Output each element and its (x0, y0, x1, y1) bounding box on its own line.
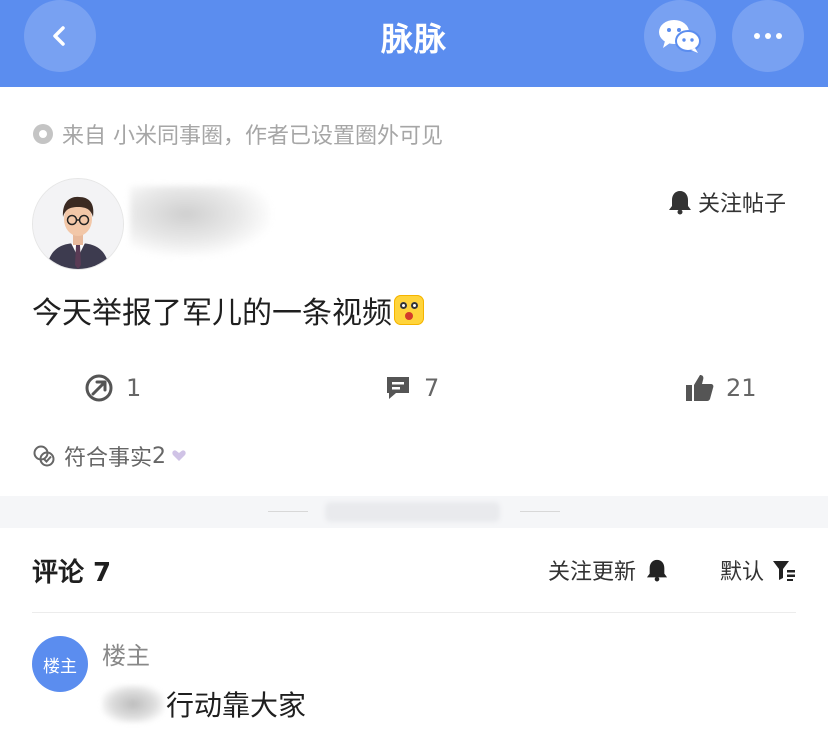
more-button[interactable] (732, 0, 804, 72)
post-detail-page: 脉脉 来自 小米同事圈，作者已设置圈外可见 关注帖子 今天举报了军儿的一条视频 … (0, 0, 828, 741)
fact-label: 符合事实 (64, 446, 153, 471)
comment-text-redacted (102, 685, 164, 723)
comments-separator (32, 612, 796, 613)
like-count: 21 (726, 374, 757, 402)
follow-updates-label: 关注更新 (548, 560, 637, 585)
follow-post-label: 关注帖子 (698, 192, 787, 217)
author-name-redacted (130, 186, 270, 256)
comment-author[interactable]: 楼主 (102, 636, 150, 671)
section-divider (0, 496, 828, 528)
top-bar: 脉脉 (0, 0, 828, 87)
comment-text-visible: 行动靠大家 (166, 689, 307, 722)
filter-icon (773, 561, 796, 581)
forward-count: 1 (126, 374, 142, 402)
shocked-emoji-icon (394, 295, 424, 325)
fact-count: 2 (152, 443, 167, 469)
source-text: 来自 小米同事圈，作者已设置圈外可见 (62, 124, 443, 149)
sort-label: 默认 (720, 560, 765, 585)
avatar-illustration-icon (33, 179, 123, 269)
comment-text: 行动靠大家 (102, 684, 306, 724)
comment-count: 7 (424, 374, 440, 402)
post-source: 来自 小米同事圈，作者已设置圈外可见 (32, 118, 443, 150)
forward-icon (85, 374, 113, 402)
comment-button[interactable]: 7 (384, 370, 439, 406)
divider-text-redacted (325, 502, 500, 522)
wechat-share-button[interactable] (644, 0, 716, 72)
forward-button[interactable]: 1 (84, 370, 141, 406)
author-avatar[interactable] (32, 178, 124, 270)
bell-icon (646, 559, 668, 582)
post-content: 今天举报了军儿的一条视频 (32, 288, 424, 332)
comment-icon (387, 377, 409, 399)
like-button[interactable]: 21 (684, 370, 757, 406)
follow-updates-button[interactable]: 关注更新 (548, 554, 668, 586)
divider-line-right (520, 511, 560, 512)
op-badge[interactable]: 楼主 (32, 636, 88, 692)
bell-icon (669, 191, 691, 215)
fact-check-button[interactable]: 符合事实 2 (32, 440, 186, 472)
fact-check-icon (33, 445, 55, 467)
heart-icon (172, 450, 186, 461)
circle-source-icon (33, 124, 53, 144)
post-text: 今天举报了军儿的一条视频 (32, 296, 392, 331)
thumbs-up-icon (686, 375, 714, 401)
sort-button[interactable]: 默认 (720, 554, 796, 586)
comments-title: 评论 7 (32, 558, 112, 588)
more-dots-icon (754, 33, 782, 39)
divider-line-left (268, 511, 308, 512)
follow-post-button[interactable]: 关注帖子 (668, 184, 786, 220)
wechat-icon (659, 20, 701, 53)
